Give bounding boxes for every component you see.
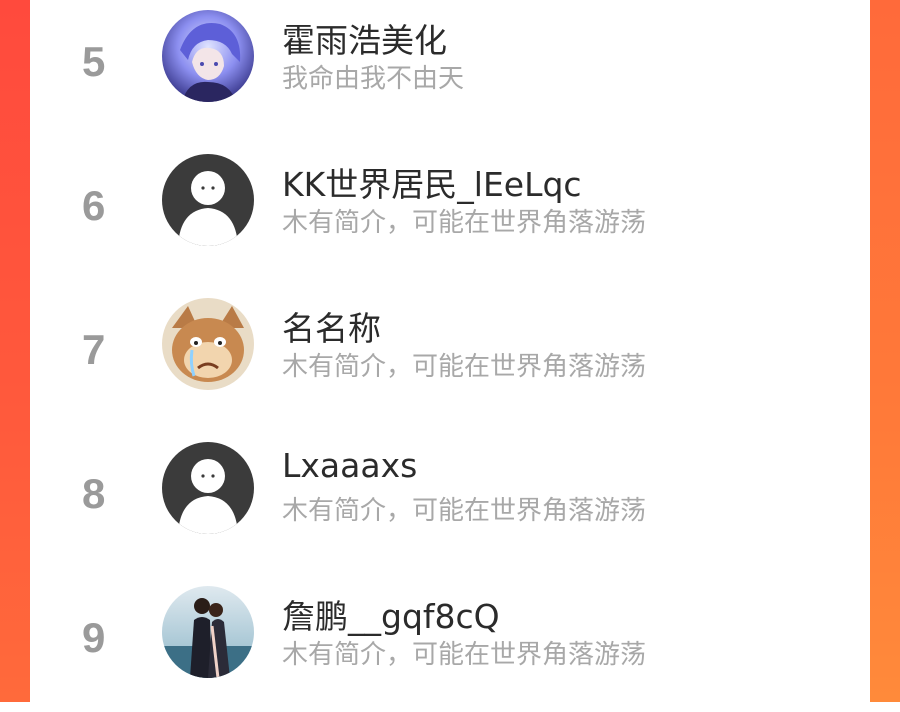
rank-number: 6 — [82, 182, 106, 229]
list-item[interactable]: 7 名名称 木有简介，可能在世界角落游荡 — [30, 284, 870, 424]
list-item[interactable]: 8 Lxaaaxs 木有简介，可能在世界角落游荡 — [30, 428, 870, 568]
user-name: 霍雨浩美化 — [282, 21, 447, 60]
user-bio: 木有简介，可能在世界角落游荡 — [282, 352, 647, 382]
rank-number: 5 — [82, 38, 106, 85]
user-bio: 木有简介，可能在世界角落游荡 — [282, 640, 647, 670]
user-name: Lxaaaxs — [282, 446, 418, 485]
default-avatar[interactable] — [162, 442, 254, 534]
cat-avatar[interactable] — [162, 298, 254, 390]
rank-number: 7 — [82, 326, 106, 373]
couple-photo-avatar[interactable] — [162, 586, 254, 678]
list-item[interactable]: 9 詹鹏__gqf8cQ 木有简介，可能在世界角落游荡 — [30, 572, 870, 712]
list-item[interactable]: 5 霍雨浩美化 我命由我不由天 — [30, 0, 870, 136]
rank-number: 8 — [82, 470, 106, 517]
user-bio: 木有简介，可能在世界角落游荡 — [282, 208, 647, 238]
list-item[interactable]: 6 KK世界居民_lEeLqc 木有简介，可能在世界角落游荡 — [30, 140, 870, 280]
user-name: KK世界居民_lEeLqc — [282, 165, 582, 204]
background-right-edge — [870, 0, 900, 702]
anime-avatar[interactable] — [162, 10, 254, 102]
user-bio: 我命由我不由天 — [282, 64, 465, 94]
default-avatar[interactable] — [162, 154, 254, 246]
rank-number: 9 — [82, 614, 106, 661]
user-bio: 木有简介，可能在世界角落游荡 — [282, 496, 647, 526]
background-left-edge — [0, 0, 30, 702]
user-name: 詹鹏__gqf8cQ — [282, 597, 500, 636]
user-name: 名名称 — [282, 309, 381, 348]
ranking-list: 5 霍雨浩美化 我命由我不由天 6 KK世界居民_lEeLqc 木有简介，可能在… — [30, 0, 870, 702]
